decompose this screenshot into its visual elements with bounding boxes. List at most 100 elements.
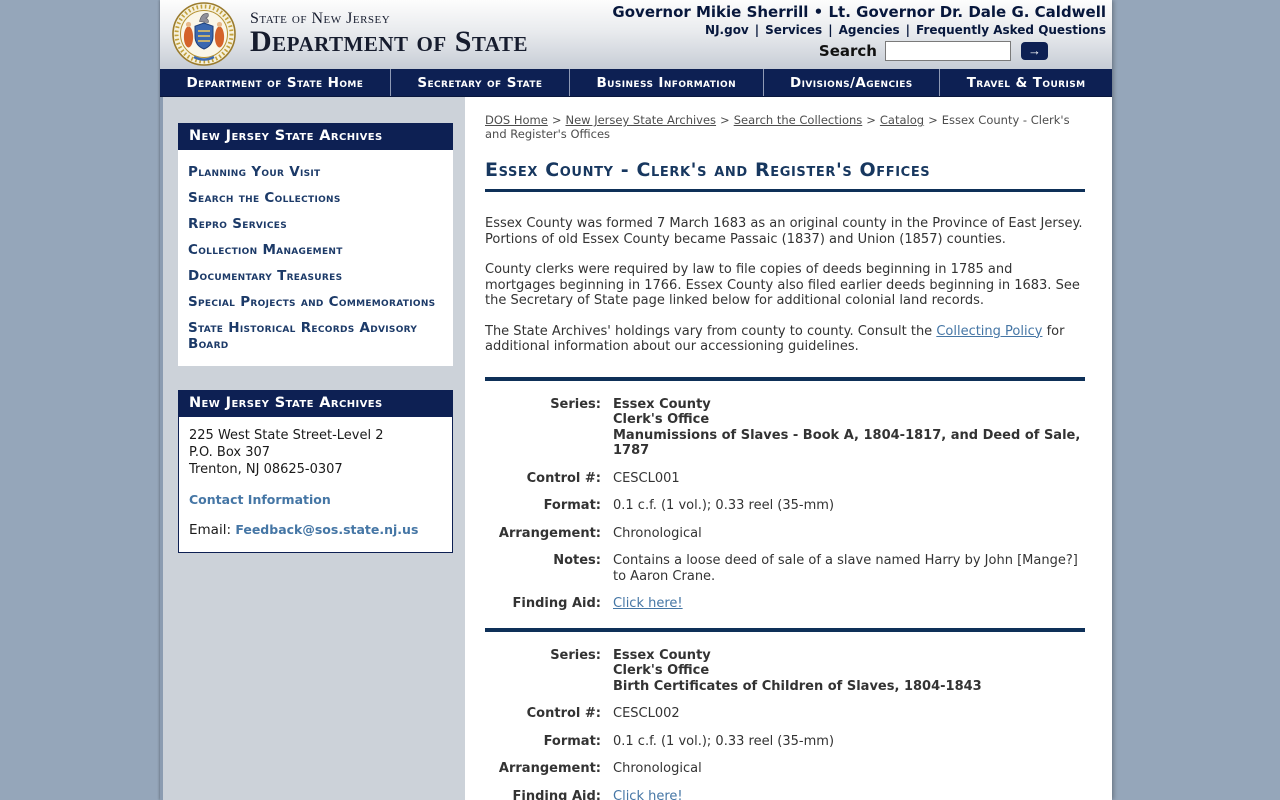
record-field-row: Notes: Contains a loose deed of sale of a… (485, 553, 1085, 584)
intro-paragraphs: Essex County was formed 7 March 1683 as … (485, 216, 1085, 355)
field-label: Finding Aid: (512, 596, 601, 611)
address-line: Trenton, NJ 08625-0307 (189, 462, 343, 477)
field-label: Finding Aid: (512, 788, 601, 800)
email-label: Email: (189, 522, 232, 538)
records-list: Series: Essex County Clerk's Office Manumis… (485, 376, 1085, 800)
brand-text: State of New Jersey Department of State (250, 11, 528, 57)
intro-paragraph-2: The State Archives' holdings vary from c… (485, 323, 1065, 355)
field-label: Arrangement: (498, 525, 601, 541)
record-field-row: Control #: CESCL001 (485, 471, 1085, 487)
site-header: State of New Jersey Department of State … (160, 0, 1112, 69)
search-label: Search (818, 42, 877, 60)
sidebar-contact-box-body: 225 West State Street-Level 2 P.O. Box 30… (178, 417, 453, 553)
nav-item-travel-tourism[interactable]: Travel & Tourism (940, 69, 1112, 96)
quick-links-separator: | (754, 23, 760, 37)
search-submit-button[interactable]: → (1021, 42, 1048, 60)
field-value: 0.1 c.f. (1 vol.); 0.33 reel (35-mm) (613, 498, 835, 513)
email-link[interactable]: Feedback@sos.state.nj.us (235, 522, 418, 537)
content-columns: New Jersey State Archives Planning Your … (160, 97, 1112, 800)
nav-item-divisions-agencies[interactable]: Divisions/Agencies (764, 69, 941, 96)
field-value-line: Manumissions of Slaves - Book A, 1804-18… (613, 427, 1081, 459)
breadcrumb-link-2[interactable]: Search the Collections (734, 113, 863, 127)
sidebar-archives-nav-box: New Jersey State Archives Planning Your … (178, 123, 453, 366)
address-block: 225 West State Street-Level 2 P.O. Box 30… (189, 427, 442, 478)
email-row: Email: Feedback@sos.state.nj.us (189, 522, 442, 538)
field-label: Control #: (526, 470, 601, 486)
page-title: Essex County - Clerk's and Register's Of… (485, 159, 1085, 192)
address-line: P.O. Box 307 (189, 445, 271, 460)
breadcrumb-link-0[interactable]: DOS Home (485, 113, 548, 127)
record-field-row: Control #: CESCL002 (485, 706, 1085, 722)
record-field-row: Format: 0.1 c.f. (1 vol.); 0.33 reel (35-… (485, 734, 1085, 750)
record-0: Series: Essex County Clerk's Office Manumis… (485, 397, 1085, 612)
main-content: DOS Home > New Jersey State Archives > Searc… (465, 97, 1112, 800)
field-value-line: Essex County (613, 396, 711, 412)
field-value: Chronological (613, 761, 702, 776)
field-label: Arrangement: (498, 761, 601, 776)
field-value: Contains a loose deed of sale of a slave… (613, 553, 1078, 584)
sidebar-item-collection-management[interactable]: Collection Management (188, 234, 443, 260)
quick-links-separator: | (828, 23, 833, 37)
intro-paragraph-1: County clerks were required by law to fi… (485, 262, 1080, 308)
field-label: Format: (543, 733, 601, 749)
quick-link-agencies[interactable]: Agencies (839, 23, 900, 37)
nav-item-secretary-of-state[interactable]: Secretary of State (391, 69, 570, 96)
inline-link-collecting-policy[interactable]: Collecting Policy (936, 324, 1042, 339)
search-row: Search → (612, 41, 1106, 61)
breadcrumb-separator: > (720, 113, 730, 127)
sidebar-item-repro-services[interactable]: Repro Services (188, 208, 443, 234)
field-value: Essex County Clerk's Office Birth Certific… (613, 648, 982, 695)
nav-item-department-of-state-home[interactable]: Department of State Home (160, 69, 391, 96)
finding-aid-link[interactable]: Click here! (613, 596, 683, 611)
sidebar-item-planning-your-visit[interactable]: Planning Your Visit (188, 156, 443, 182)
record-divider (485, 376, 1085, 381)
field-value: Essex County Clerk's Office Manumissions o… (613, 397, 1083, 459)
record-field-row: Format: 0.1 c.f. (1 vol.); 0.33 reel (35-… (485, 498, 1085, 514)
sidebar-item-search-the-collections[interactable]: Search the Collections (188, 182, 443, 208)
breadcrumb-link-3[interactable]: Catalog (880, 113, 924, 127)
contact-information-link[interactable]: Contact Information (189, 492, 331, 507)
record-field-row: Finding Aid: Click here! (485, 789, 1085, 800)
record-field-row: Series: Essex County Clerk's Office Manumis… (485, 397, 1085, 459)
field-value: CESCL001 (613, 470, 680, 486)
quick-link-frequently-asked-questions[interactable]: Frequently Asked Questions (916, 23, 1106, 37)
record-1: Series: Essex County Clerk's Office Birth C… (485, 648, 1085, 800)
field-value: Click here! (613, 596, 683, 612)
arrow-right-icon: → (1028, 43, 1041, 58)
quick-link-nj-gov[interactable]: NJ.gov (705, 23, 749, 37)
field-label: Control #: (526, 706, 601, 721)
intro-paragraph-0: Essex County was formed 7 March 1683 as … (485, 216, 1083, 247)
field-label: Series: (550, 647, 601, 663)
breadcrumb-separator: > (551, 113, 562, 127)
breadcrumb-separator: > (928, 113, 938, 127)
header-right: Governor Mikie Sherrill • Lt. Governor D… (612, 3, 1106, 61)
page-container: State of New Jersey Department of State … (160, 0, 1112, 800)
governor-line: Governor Mikie Sherrill • Lt. Governor D… (612, 3, 1106, 21)
primary-navbar: Department of State Home Secretary of Sta… (160, 69, 1112, 97)
field-value: 0.1 c.f. (1 vol.); 0.33 reel (35-mm) (613, 733, 835, 749)
sidebar-item-state-historical-records-advisory-board[interactable]: State Historical Records Advisory Board (188, 312, 443, 354)
field-label: Format: (543, 498, 601, 513)
quick-links-separator: | (905, 23, 911, 37)
brand-department-line: Department of State (250, 25, 528, 58)
new-jersey-state-seal-icon (172, 2, 236, 66)
record-field-row: Arrangement: Chronological (485, 761, 1085, 777)
quick-link-services[interactable]: Services (765, 23, 822, 37)
search-input[interactable] (885, 41, 1011, 61)
finding-aid-link[interactable]: Click here! (613, 789, 683, 800)
field-value: CESCL002 (613, 706, 680, 721)
record-field-row: Arrangement: Chronological (485, 526, 1085, 542)
field-value-line: Birth Certificates of Children of Slaves… (613, 678, 982, 694)
sidebar-item-special-projects-and-commemorations[interactable]: Special Projects and Commemorations (188, 286, 443, 312)
breadcrumb-link-1[interactable]: New Jersey State Archives (565, 113, 716, 127)
record-divider (485, 627, 1085, 632)
breadcrumb: DOS Home > New Jersey State Archives > Searc… (485, 113, 1085, 141)
sidebar-nav-box-title: New Jersey State Archives (178, 123, 453, 150)
nav-item-business-information[interactable]: Business Information (570, 69, 764, 96)
address-line: 225 West State Street-Level 2 (189, 428, 384, 443)
field-label: Notes: (553, 553, 601, 568)
field-value-line: Clerk's Office (613, 663, 710, 678)
brand: State of New Jersey Department of State (172, 2, 528, 66)
sidebar-item-documentary-treasures[interactable]: Documentary Treasures (188, 260, 443, 286)
field-value-line: Essex County (613, 647, 711, 663)
